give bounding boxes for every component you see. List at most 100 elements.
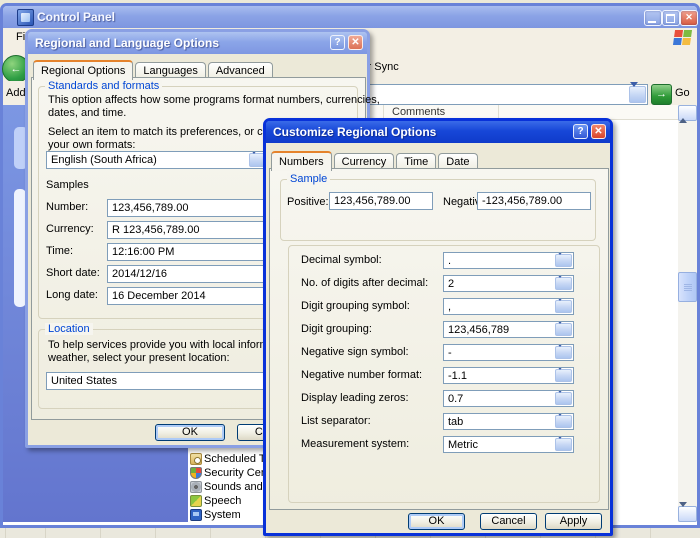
sounds-audio-icon <box>190 481 202 493</box>
setting-label: Decimal symbol: <box>301 254 382 266</box>
location-select-value: United States <box>51 375 117 387</box>
negative-sample-field[interactable]: -123,456,789.00 <box>477 192 591 210</box>
scroll-down-button[interactable] <box>678 506 697 522</box>
setting-label: Negative number format: <box>301 369 422 381</box>
regional-dialog-title: Regional and Language Options <box>35 36 219 50</box>
list-item-label[interactable]: System <box>204 509 241 521</box>
tab-regional-options[interactable]: Regional Options <box>33 60 133 80</box>
screen: { "colors": { "active_titlebar": "#1747D… <box>0 0 700 538</box>
close-button[interactable]: ✕ <box>591 124 606 139</box>
standards-desc-line2: dates, and time. <box>48 107 126 119</box>
ok-button[interactable]: OK <box>155 424 225 441</box>
go-label[interactable]: Go <box>675 87 690 99</box>
dropdown-button[interactable] <box>555 277 572 290</box>
dropdown-button[interactable] <box>555 392 572 405</box>
customize-dialog: Customize Regional Options ? ✕ Numbers C… <box>263 118 613 536</box>
standards-group-title: Standards and formats <box>45 80 162 92</box>
control-panel-titlebar[interactable]: Control Panel ✕ <box>3 6 697 28</box>
window-title: Control Panel <box>37 10 115 24</box>
comments-column-header[interactable]: Comments <box>392 106 445 118</box>
arrow-down-icon <box>679 502 687 523</box>
apply-button[interactable]: Apply <box>545 513 602 530</box>
windows-logo-icon <box>673 30 692 45</box>
setting-label: Digit grouping symbol: <box>301 300 410 312</box>
close-button[interactable]: ✕ <box>680 10 698 26</box>
display-leading-zeros-select[interactable]: 0.7 <box>443 390 574 407</box>
select-value: tab <box>448 416 463 428</box>
positive-sample-field[interactable]: 123,456,789.00 <box>329 192 433 210</box>
setting-label: Display leading zeros: <box>301 392 409 404</box>
select-value: . <box>448 255 451 267</box>
scheduled-tasks-icon <box>190 453 202 465</box>
decimal-symbol-select[interactable]: . <box>443 252 574 269</box>
select-value: , <box>448 301 451 313</box>
measurement-system-select[interactable]: Metric <box>443 436 574 453</box>
chevron-down-icon <box>250 151 258 169</box>
cancel-button[interactable]: Cancel <box>480 513 537 530</box>
dropdown-button[interactable] <box>555 369 572 382</box>
digit-grouping-select[interactable]: 123,456,789 <box>443 321 574 338</box>
minimize-button[interactable] <box>644 10 662 26</box>
dropdown-button[interactable] <box>555 254 572 267</box>
chevron-down-icon <box>556 321 564 338</box>
tab-numbers[interactable]: Numbers <box>271 151 332 171</box>
positive-label: Positive: <box>287 196 329 208</box>
chevron-down-icon <box>556 344 564 361</box>
digits-after-decimal-select[interactable]: 2 <box>443 275 574 292</box>
chevron-down-icon <box>556 367 564 384</box>
maximize-button[interactable] <box>662 10 680 26</box>
back-icon: ← <box>11 63 22 75</box>
negative-number-format-select[interactable]: -1.1 <box>443 367 574 384</box>
speech-icon <box>190 495 202 507</box>
digit-grouping-symbol-select[interactable]: , <box>443 298 574 315</box>
help-button[interactable]: ? <box>330 35 345 50</box>
customize-dialog-titlebar[interactable]: Customize Regional Options ? ✕ <box>266 121 610 143</box>
chevron-down-icon <box>556 252 564 269</box>
help-button[interactable]: ? <box>573 124 588 139</box>
control-panel-icon <box>17 9 34 26</box>
select-hint-line2: your own formats: <box>48 139 135 151</box>
negative-sign-select[interactable]: - <box>443 344 574 361</box>
chevron-down-icon <box>556 390 564 407</box>
regional-dialog-titlebar[interactable]: Regional and Language Options ? ✕ <box>28 32 367 54</box>
select-value: - <box>448 347 452 359</box>
scroll-up-button[interactable] <box>678 105 697 121</box>
location-desc-line2: weather, select your present location: <box>48 352 230 364</box>
close-button[interactable]: ✕ <box>348 35 363 50</box>
location-group-title: Location <box>45 323 93 335</box>
go-button[interactable]: → <box>651 84 672 105</box>
numbers-tab-page: Sample Positive: 123,456,789.00 Negative… <box>269 168 609 510</box>
chevron-down-icon <box>556 436 564 453</box>
sample-row-label: Long date: <box>46 289 98 301</box>
select-value: -1.1 <box>448 370 467 382</box>
column-separator <box>383 105 384 118</box>
samples-label: Samples <box>46 179 89 191</box>
arrow-up-icon <box>679 102 687 123</box>
select-value: 0.7 <box>448 393 463 405</box>
dropdown-button[interactable] <box>555 346 572 359</box>
customize-dialog-title: Customize Regional Options <box>273 125 436 139</box>
setting-label: Measurement system: <box>301 438 409 450</box>
sample-row-label: Time: <box>46 245 73 257</box>
customize-tabs: Numbers Currency Time Date <box>271 150 478 170</box>
setting-label: Negative sign symbol: <box>301 346 409 358</box>
setting-label: No. of digits after decimal: <box>301 277 428 289</box>
sample-group-title: Sample <box>287 173 330 185</box>
language-select[interactable]: English (South Africa) <box>46 151 268 169</box>
list-item-label[interactable]: Speech <box>204 495 241 507</box>
sample-row-label: Currency: <box>46 223 94 235</box>
system-icon <box>190 509 202 521</box>
dropdown-button[interactable] <box>555 415 572 428</box>
dropdown-button[interactable] <box>555 438 572 451</box>
standards-desc-line1: This option affects how some programs fo… <box>48 94 380 106</box>
address-dropdown-button[interactable] <box>629 86 646 103</box>
dropdown-button[interactable] <box>555 300 572 313</box>
ok-button[interactable]: OK <box>408 513 465 530</box>
dropdown-button[interactable] <box>555 323 572 336</box>
scrollbar-thumb[interactable] <box>678 272 697 302</box>
chevron-down-icon <box>556 298 564 315</box>
vertical-scrollbar[interactable] <box>678 105 697 522</box>
list-separator-select[interactable]: tab <box>443 413 574 430</box>
select-value: Metric <box>448 439 478 451</box>
regional-tabs: Regional Options Languages Advanced <box>33 59 273 79</box>
